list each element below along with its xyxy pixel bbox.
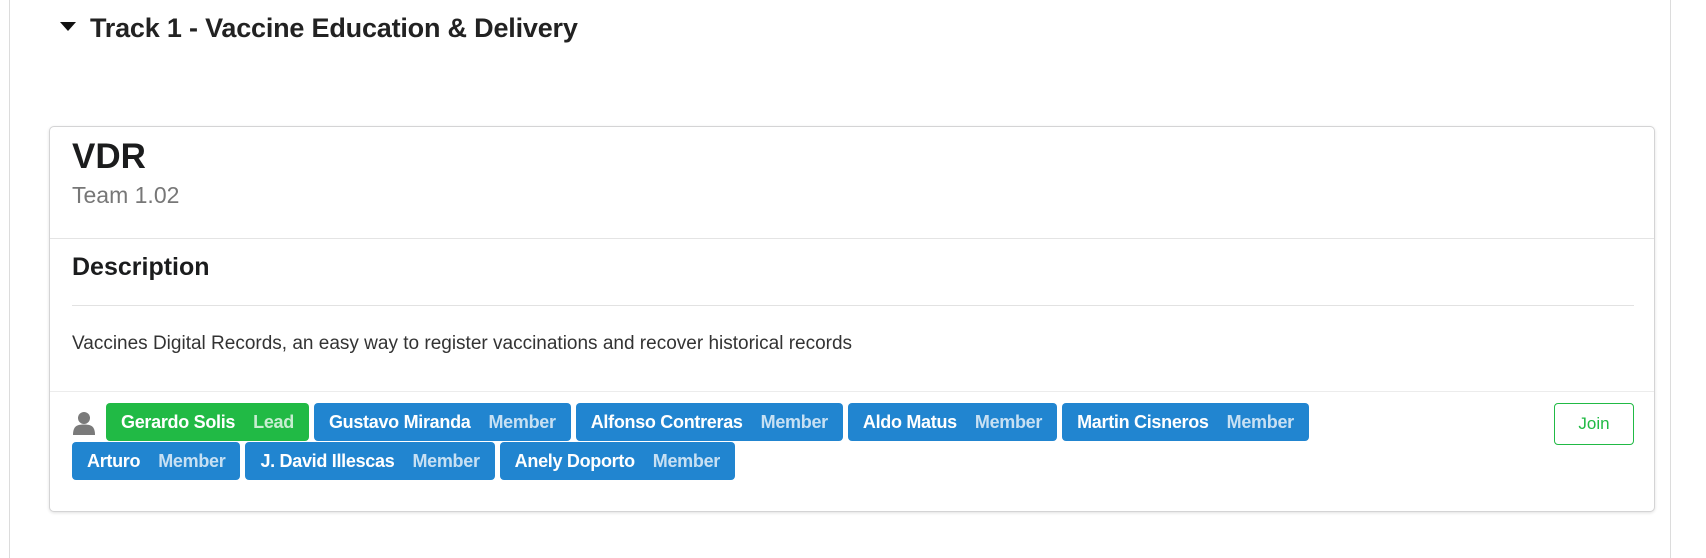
members-divider [50,391,1654,392]
member-chip[interactable]: Martin Cisneros Member [1062,403,1309,441]
team-name: VDR [72,137,146,176]
user-icon [72,410,96,436]
member-chip[interactable]: Gustavo Miranda Member [313,403,571,441]
member-chip[interactable]: Anely Doporto Member [499,442,736,480]
join-button[interactable]: Join [1554,403,1634,445]
team-card: VDR Team 1.02 Description Vaccines Digit… [49,126,1655,512]
member-role: Member [488,411,556,432]
member-role: Member [760,411,829,432]
member-chip[interactable]: Alfonso Contreras Member [575,403,843,441]
track-accordion-header[interactable]: Track 1 - Vaccine Education & Delivery [60,8,578,48]
members-list: Gerardo Solis Lead Gustavo Miranda Member Al… [72,403,1472,481]
member-role: Member [158,450,226,471]
member-name: Gustavo Miranda [328,411,471,432]
member-role: Member [412,450,480,471]
member-name: J. David Illescas [260,450,395,471]
member-chip[interactable]: J. David Illescas Member [245,442,495,480]
member-name: Anely Doporto [514,450,635,471]
caret-down-icon[interactable] [60,21,76,31]
member-name: Aldo Matus [862,411,957,432]
member-chip[interactable]: Gerardo Solis Lead [106,403,309,441]
member-name: Alfonso Contreras [590,411,743,432]
description-heading: Description [72,253,210,281]
description-text: Vaccines Digital Records, an easy way to… [72,333,853,354]
member-name: Arturo [87,450,141,471]
member-name: Martin Cisneros [1077,411,1209,432]
member-name: Gerardo Solis [121,411,236,432]
team-number: Team 1.02 [72,182,180,208]
description-divider [72,305,1634,306]
member-chip[interactable]: Arturo Member [72,442,241,480]
member-role: Member [974,411,1043,432]
member-role: Lead [253,411,294,432]
team-card-header: VDR Team 1.02 [50,127,1654,239]
member-role: Member [652,450,721,471]
member-role: Member [1226,411,1295,432]
track-title: Track 1 - Vaccine Education & Delivery [90,12,578,43]
member-chip[interactable]: Aldo Matus Member [847,403,1058,441]
